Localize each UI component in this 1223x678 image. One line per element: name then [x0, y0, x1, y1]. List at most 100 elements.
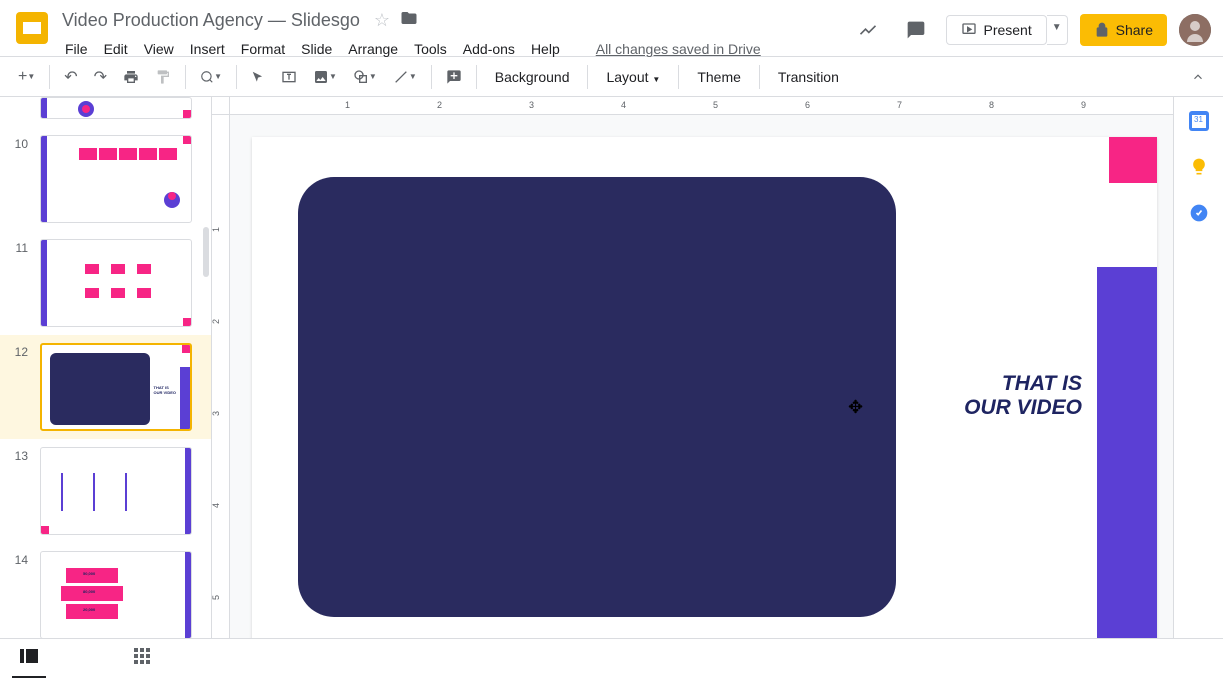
- trending-icon[interactable]: [850, 12, 886, 48]
- textbox-tool[interactable]: [275, 63, 303, 91]
- user-avatar[interactable]: [1179, 14, 1211, 46]
- thumbnail-14[interactable]: 50,000 80,000 20,000: [40, 551, 192, 639]
- present-dropdown[interactable]: ▼: [1047, 15, 1068, 45]
- thumbnail-11[interactable]: [40, 239, 192, 327]
- ruler-tick: 1: [212, 227, 221, 232]
- thumbnail-12[interactable]: THAT ISOUR VIDEO: [40, 343, 192, 431]
- menu-insert[interactable]: Insert: [183, 37, 232, 61]
- thumb-num: 14: [10, 551, 28, 567]
- menu-arrange[interactable]: Arrange: [341, 37, 405, 61]
- redo-button[interactable]: ↷: [88, 61, 113, 93]
- saved-status[interactable]: All changes saved in Drive: [589, 37, 768, 61]
- ruler-tick: 2: [212, 319, 221, 324]
- star-icon[interactable]: ☆: [374, 10, 390, 31]
- app-header: Video Production Agency — Slidesgo ☆ Fil…: [0, 0, 1223, 57]
- separator: [185, 65, 186, 89]
- slide-purple-bar[interactable]: [1097, 267, 1157, 647]
- grid-view-icon[interactable]: [126, 640, 158, 677]
- image-tool[interactable]: ▼: [307, 63, 343, 91]
- menu-bar: File Edit View Insert Format Slide Arran…: [58, 37, 850, 61]
- menu-edit[interactable]: Edit: [97, 37, 135, 61]
- move-cursor-icon: ✥: [848, 397, 863, 418]
- theme-button[interactable]: Theme: [687, 63, 751, 91]
- slide-pink-accent[interactable]: [1109, 137, 1157, 183]
- ruler-tick: 5: [713, 100, 718, 110]
- separator: [236, 65, 237, 89]
- thumbnail-10[interactable]: [40, 135, 192, 223]
- document-title[interactable]: Video Production Agency — Slidesgo: [58, 8, 364, 33]
- bottom-bar: [0, 638, 1223, 678]
- thumb-row[interactable]: 10: [0, 127, 211, 231]
- slide-title-text[interactable]: THAT IS OUR VIDEO: [964, 372, 1082, 420]
- shape-tool[interactable]: ▼: [347, 63, 383, 91]
- zoom-button[interactable]: ▼: [194, 64, 228, 90]
- comment-tool[interactable]: [440, 63, 468, 91]
- horizontal-ruler[interactable]: 1 2 3 4 5 6 7 8 9: [230, 97, 1173, 115]
- menu-addons[interactable]: Add-ons: [456, 37, 522, 61]
- folder-icon[interactable]: [400, 9, 418, 32]
- transition-button[interactable]: Transition: [768, 63, 849, 91]
- slide-canvas[interactable]: THAT IS OUR VIDEO ✥: [252, 137, 1157, 647]
- slide-video-placeholder[interactable]: [298, 177, 896, 617]
- vertical-ruler[interactable]: 1 2 3 4 5: [212, 115, 230, 678]
- thumbnail-9[interactable]: [40, 97, 192, 119]
- comments-icon[interactable]: [898, 12, 934, 48]
- paint-format-button[interactable]: [149, 63, 177, 91]
- undo-button[interactable]: ↶: [58, 61, 83, 93]
- title-area: Video Production Agency — Slidesgo ☆ Fil…: [58, 8, 850, 61]
- menu-format[interactable]: Format: [234, 37, 292, 61]
- collapse-toolbar-icon[interactable]: [1185, 64, 1211, 90]
- select-tool[interactable]: [245, 64, 271, 90]
- ruler-tick: 4: [212, 503, 221, 508]
- slides-logo-icon: [16, 12, 48, 44]
- ruler-tick: 1: [345, 100, 350, 110]
- thumbnail-13[interactable]: [40, 447, 192, 535]
- slide-text-line2: OUR VIDEO: [964, 396, 1082, 420]
- slide-text-line1: THAT IS: [964, 372, 1082, 396]
- keep-icon[interactable]: [1189, 157, 1209, 177]
- print-button[interactable]: [117, 63, 145, 91]
- title-row: Video Production Agency — Slidesgo ☆: [58, 8, 850, 33]
- new-slide-button[interactable]: + ▼: [12, 62, 41, 92]
- menu-help[interactable]: Help: [524, 37, 567, 61]
- thumb-num: [10, 97, 28, 99]
- thumb-row[interactable]: 13: [0, 439, 211, 543]
- thumb-num: 11: [10, 239, 28, 255]
- ruler-tick: 4: [621, 100, 626, 110]
- separator: [678, 65, 679, 89]
- header-actions: Present ▼ Share: [850, 12, 1211, 48]
- ruler-tick: 3: [212, 411, 221, 416]
- thumb-row[interactable]: 14 50,000 80,000 20,000: [0, 543, 211, 647]
- right-sidebar: 31 ›: [1173, 97, 1223, 678]
- layout-button[interactable]: Layout ▼: [596, 63, 670, 91]
- separator: [587, 65, 588, 89]
- menu-slide[interactable]: Slide: [294, 37, 339, 61]
- background-button[interactable]: Background: [485, 63, 580, 91]
- sidebar-scrollbar[interactable]: [203, 227, 209, 277]
- thumb-row-active[interactable]: 12 THAT ISOUR VIDEO: [0, 335, 211, 439]
- canvas-area[interactable]: 1 2 3 4 5 6 7 8 9 1 2 3 4 5 THAT IS OUR …: [212, 97, 1173, 678]
- thumb-row[interactable]: 11: [0, 231, 211, 335]
- menu-tools[interactable]: Tools: [407, 37, 454, 61]
- line-tool[interactable]: ▼: [387, 63, 423, 91]
- menu-file[interactable]: File: [58, 37, 95, 61]
- ruler-tick: 5: [212, 595, 221, 600]
- present-button[interactable]: Present: [946, 15, 1046, 45]
- menu-view[interactable]: View: [137, 37, 181, 61]
- thumbnail-sidebar[interactable]: 10 11: [0, 97, 212, 678]
- slides-logo[interactable]: [12, 8, 52, 48]
- thumb-num: 10: [10, 135, 28, 151]
- thumb-num: 13: [10, 447, 28, 463]
- share-label: Share: [1116, 22, 1153, 38]
- tasks-icon[interactable]: [1189, 203, 1209, 223]
- filmstrip-view-icon[interactable]: [12, 639, 46, 678]
- ruler-tick: 7: [897, 100, 902, 110]
- calendar-icon[interactable]: 31: [1189, 111, 1209, 131]
- main-content: 10 11: [0, 97, 1223, 678]
- thumb-row-partial[interactable]: [0, 97, 211, 127]
- separator: [759, 65, 760, 89]
- share-button[interactable]: Share: [1080, 14, 1167, 46]
- present-label: Present: [983, 22, 1031, 38]
- ruler-tick: 6: [805, 100, 810, 110]
- thumb-num: 12: [10, 343, 28, 359]
